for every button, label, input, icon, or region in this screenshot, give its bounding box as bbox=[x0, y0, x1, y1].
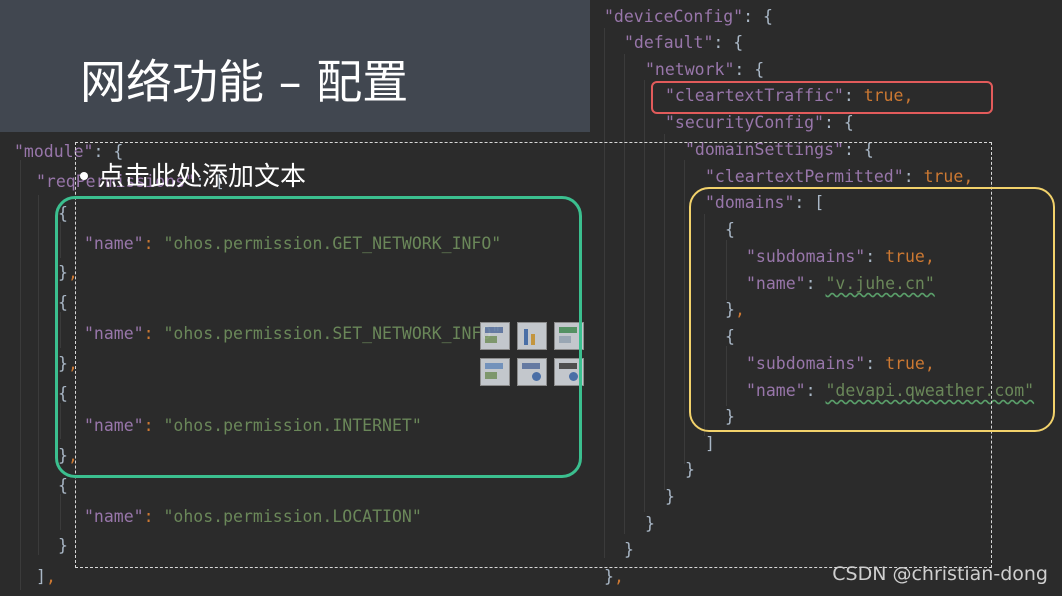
highlight-domains bbox=[689, 187, 1055, 432]
code-line: "default": { bbox=[624, 33, 744, 52]
watermark: CSDN @christian-dong bbox=[832, 563, 1048, 585]
code-line: ], bbox=[36, 567, 56, 586]
code-line: "deviceConfig": { bbox=[604, 7, 773, 26]
json-key: "default" bbox=[624, 33, 714, 52]
indent-guide bbox=[20, 160, 21, 590]
placeholder-bullet[interactable]: 点击此处添加文本 bbox=[80, 160, 306, 194]
code-line: } bbox=[58, 536, 68, 555]
indent-guide bbox=[60, 494, 61, 530]
code-line: "network": { bbox=[645, 60, 765, 79]
title-banner: 网络功能 – 配置 bbox=[0, 0, 590, 132]
json-key: "securityConfig" bbox=[665, 113, 824, 132]
highlight-cleartext-traffic bbox=[651, 81, 993, 114]
highlight-permissions bbox=[55, 196, 582, 478]
json-key: "network" bbox=[645, 60, 735, 79]
code-line: "securityConfig": { bbox=[665, 113, 854, 132]
bullet-dot-icon bbox=[80, 171, 88, 180]
code-line: { bbox=[58, 476, 68, 495]
code-line: }, bbox=[604, 567, 624, 586]
json-key: "deviceConfig" bbox=[604, 7, 744, 26]
placeholder-text: 点击此处添加文本 bbox=[98, 162, 307, 192]
slide-title[interactable]: 网络功能 – 配置 bbox=[80, 52, 408, 112]
indent-guide bbox=[38, 195, 39, 555]
